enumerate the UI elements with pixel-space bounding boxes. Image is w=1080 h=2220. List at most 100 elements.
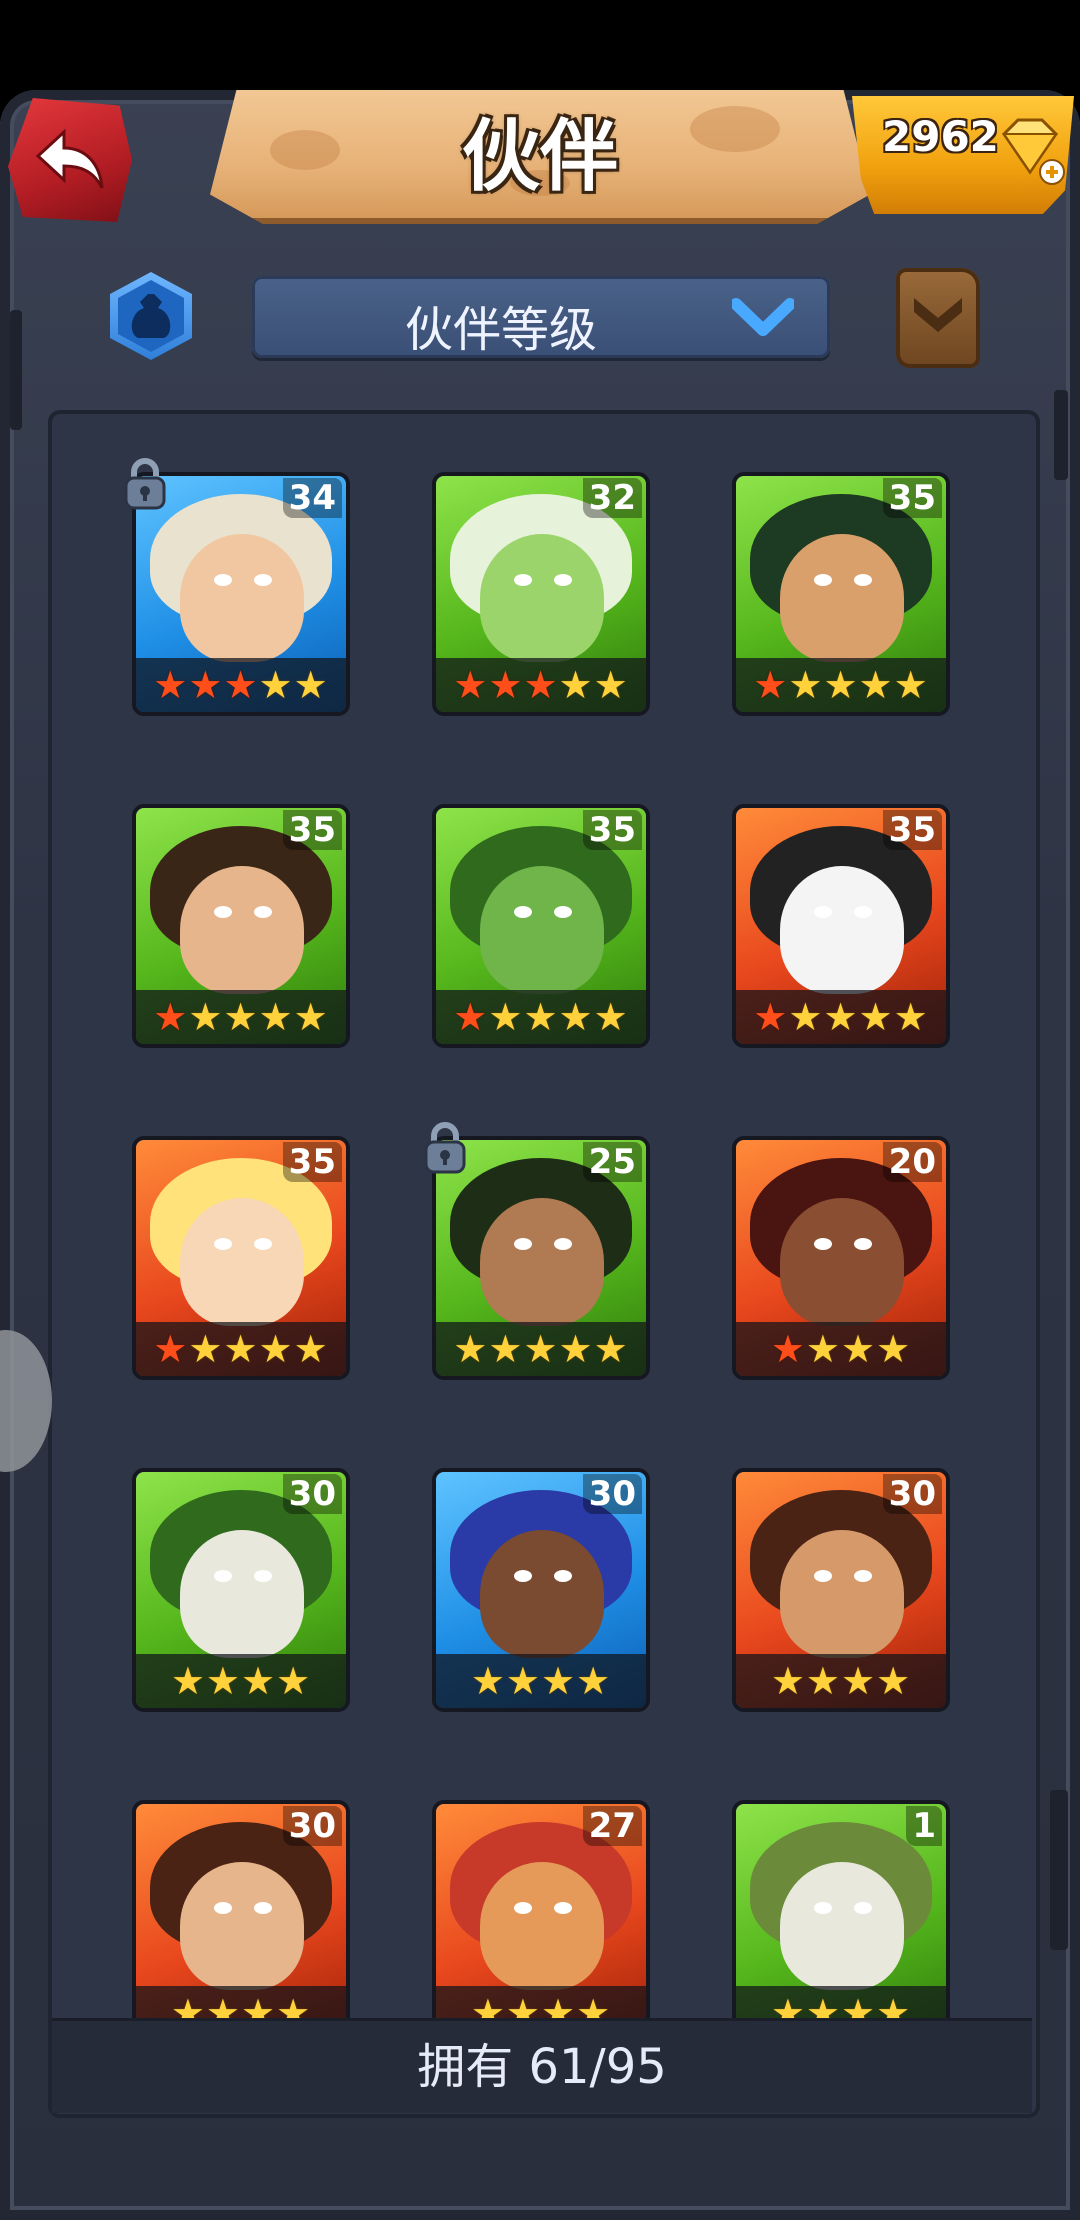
companion-card[interactable]: 1 ★★★★: [732, 1800, 950, 2044]
portrait-eye: [514, 574, 532, 586]
owned-count-bar: 拥有 61/95: [52, 2018, 1032, 2113]
gold-star-icon: ★: [558, 1327, 594, 1371]
gold-star-icon: ★: [558, 995, 594, 1039]
companion-level: 35: [582, 810, 642, 850]
portrait-eye: [254, 906, 272, 918]
gold-star-icon: ★: [293, 1327, 329, 1371]
portrait-eye: [854, 1902, 872, 1914]
red-star-icon: ★: [188, 663, 224, 707]
companion-level: 34: [282, 478, 342, 518]
gold-star-icon: ★: [558, 663, 594, 707]
star-rating: ★★★★: [136, 1654, 346, 1708]
portrait-eye: [254, 1570, 272, 1582]
companion-portrait: [180, 534, 304, 662]
gold-star-icon: ★: [541, 1659, 577, 1703]
companion-portrait: [180, 1198, 304, 1326]
companion-level: 35: [882, 810, 942, 850]
red-star-icon: ★: [223, 663, 259, 707]
companion-card[interactable]: 27 ★★★★: [432, 1800, 650, 2044]
gold-star-icon: ★: [188, 995, 224, 1039]
companion-card[interactable]: 30 ★★★★: [732, 1468, 950, 1712]
gem-counter[interactable]: 2962: [852, 96, 1074, 214]
companion-level: 25: [582, 1142, 642, 1182]
portrait-eye: [514, 906, 532, 918]
companion-card[interactable]: 30 ★★★★: [132, 1800, 350, 2044]
companion-portrait: [780, 866, 904, 994]
companion-card[interactable]: 30 ★★★★: [432, 1468, 650, 1712]
portrait-eye: [514, 1902, 532, 1914]
companion-portrait: [180, 1862, 304, 1990]
gold-star-icon: ★: [858, 995, 894, 1039]
companion-card[interactable]: 32 ★★★★★: [432, 472, 650, 716]
companion-grid: 34★★★★★★32★★★★★35★★★★★35★★★★★35★★★★★35★★…: [48, 410, 1040, 2118]
red-star-icon: ★: [153, 1327, 189, 1371]
portrait-eye: [214, 906, 232, 918]
companion-card[interactable]: 35 ★★★★★: [432, 804, 650, 1048]
chevron-emblem-icon: [914, 298, 962, 332]
gold-star-icon: ★: [593, 663, 629, 707]
companion-card[interactable]: 35 ★★★★★: [132, 1136, 350, 1380]
portrait-eye: [554, 1902, 572, 1914]
star-rating: ★★★★★★: [136, 658, 346, 712]
gold-star-icon: ★: [893, 995, 929, 1039]
red-star-icon: ★: [488, 663, 524, 707]
gold-star-icon: ★: [488, 995, 524, 1039]
gold-star-icon: ★: [293, 995, 329, 1039]
gold-star-icon: ★: [470, 1659, 506, 1703]
gold-star-icon: ★: [223, 995, 259, 1039]
portrait-eye: [214, 1238, 232, 1250]
lock-icon: [424, 1122, 466, 1174]
portrait-eye: [814, 574, 832, 586]
gold-star-icon: ★: [488, 1327, 524, 1371]
diamond-plus-icon[interactable]: [994, 116, 1066, 186]
companion-level: 1: [906, 1806, 942, 1846]
portrait-eye: [814, 1570, 832, 1582]
star-rating: ★★★★★: [436, 1322, 646, 1376]
gold-star-icon: ★: [258, 1327, 294, 1371]
gold-star-icon: ★: [453, 1327, 489, 1371]
portrait-eye: [254, 1902, 272, 1914]
gold-star-icon: ★: [841, 1659, 877, 1703]
portrait-eye: [814, 1238, 832, 1250]
red-star-icon: ★: [753, 663, 789, 707]
companion-card[interactable]: 35 ★★★★★: [132, 804, 350, 1048]
companion-card[interactable]: 30 ★★★★: [132, 1468, 350, 1712]
portrait-eye: [854, 574, 872, 586]
frame-crack: [1050, 1790, 1068, 1950]
companion-portrait: [780, 534, 904, 662]
gold-star-icon: ★: [170, 1659, 206, 1703]
gold-star-icon: ★: [223, 1327, 259, 1371]
portrait-eye: [514, 1238, 532, 1250]
companion-portrait: [480, 534, 604, 662]
gold-star-icon: ★: [876, 1327, 912, 1371]
page-title: 伙伴: [461, 112, 618, 202]
gold-star-icon: ★: [805, 1327, 841, 1371]
gold-star-icon: ★: [276, 1659, 312, 1703]
gold-star-icon: ★: [523, 995, 559, 1039]
back-button[interactable]: [8, 98, 132, 222]
red-star-icon: ★: [153, 995, 189, 1039]
leather-book-icon[interactable]: [896, 268, 980, 368]
portrait-eye: [214, 574, 232, 586]
red-star-icon: ★: [523, 663, 559, 707]
gold-star-icon: ★: [805, 1659, 841, 1703]
companion-portrait: [780, 1862, 904, 1990]
gold-star-icon: ★: [788, 995, 824, 1039]
companion-level: 35: [282, 1142, 342, 1182]
sort-dropdown[interactable]: 伙伴等级: [252, 276, 830, 358]
gold-star-icon: ★: [593, 995, 629, 1039]
portrait-eye: [854, 1238, 872, 1250]
star-rating: ★★★★★: [736, 658, 946, 712]
portrait-eye: [554, 1238, 572, 1250]
companion-portrait: [480, 1862, 604, 1990]
companion-portrait: [480, 866, 604, 994]
star-rating: ★★★★★: [436, 658, 646, 712]
companion-card[interactable]: 20 ★★★★: [732, 1136, 950, 1380]
bag-icon: [131, 294, 171, 338]
companion-card[interactable]: 35 ★★★★★: [732, 804, 950, 1048]
companion-portrait: [780, 1530, 904, 1658]
portrait-eye: [814, 906, 832, 918]
title-banner: 伙伴: [210, 90, 870, 224]
companion-card[interactable]: 35 ★★★★★: [732, 472, 950, 716]
companion-level: 30: [282, 1806, 342, 1846]
